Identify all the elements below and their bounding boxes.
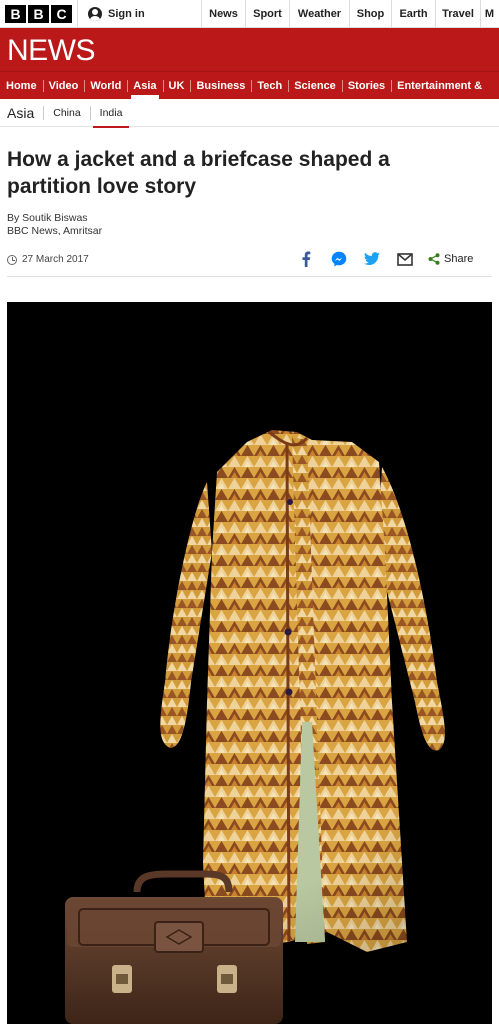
share-icon: [428, 253, 440, 265]
global-nav-earth[interactable]: Earth: [391, 0, 435, 27]
global-nav-news[interactable]: News: [202, 0, 245, 27]
email-icon[interactable]: [395, 249, 415, 269]
clock-icon: [7, 254, 17, 265]
share-button[interactable]: Share: [428, 253, 473, 265]
user-icon: [88, 6, 102, 21]
subnav-china[interactable]: China: [43, 105, 89, 120]
bbc-logo-letter: C: [51, 4, 72, 23]
global-nav-sport[interactable]: Sport: [245, 0, 289, 27]
facebook-icon[interactable]: [296, 249, 316, 269]
sign-in-link[interactable]: Sign in: [78, 0, 202, 27]
bbc-logo[interactable]: B B C: [0, 0, 78, 27]
section-subnav: Asia China India: [0, 99, 499, 128]
global-nav-shop[interactable]: Shop: [349, 0, 391, 27]
jacket-briefcase-illustration: [7, 302, 492, 1024]
bbc-logo-letter: B: [28, 4, 49, 23]
subnav-india[interactable]: India: [89, 105, 132, 128]
nav-tech[interactable]: Tech: [251, 72, 288, 99]
nav-asia[interactable]: Asia: [127, 72, 162, 99]
byline: By Soutik Biswas BBC News, Amritsar: [7, 212, 102, 238]
sign-in-label: Sign in: [108, 7, 145, 20]
author-location: BBC News, Amritsar: [7, 225, 103, 237]
nav-world[interactable]: World: [84, 72, 127, 99]
global-nav: News Sport Weather Shop Earth Travel M: [202, 0, 499, 27]
nav-video[interactable]: Video: [42, 72, 85, 99]
global-nav-travel[interactable]: Travel: [435, 0, 480, 27]
nav-science[interactable]: Science: [288, 72, 342, 99]
nav-entertainment[interactable]: Entertainment &: [391, 72, 488, 99]
dateline: 27 March 2017: [7, 254, 89, 265]
messenger-icon[interactable]: [329, 249, 349, 269]
author-name: By Soutik Biswas: [7, 212, 88, 224]
nav-business[interactable]: Business: [190, 72, 251, 99]
nav-uk[interactable]: UK: [162, 72, 191, 99]
news-brand[interactable]: NEWS: [7, 34, 96, 68]
main-nav: Home Video World Asia UK Business Tech S…: [0, 71, 499, 99]
bbc-global-bar: B B C Sign in News Sport Weather Shop Ea…: [0, 0, 499, 28]
divider: [7, 276, 492, 277]
article-headline: How a jacket and a briefcase shaped a pa…: [7, 148, 390, 198]
nav-stories[interactable]: Stories: [341, 72, 391, 99]
share-label: Share: [444, 253, 474, 265]
share-tools: Share: [296, 249, 473, 269]
section-title[interactable]: Asia: [0, 105, 43, 121]
hero-image: [7, 302, 492, 1024]
bbc-logo-letter: B: [5, 4, 26, 23]
global-nav-weather[interactable]: Weather: [289, 0, 349, 27]
nav-home[interactable]: Home: [0, 72, 43, 99]
global-nav-more[interactable]: M: [480, 0, 498, 27]
publish-date: 27 March 2017: [22, 254, 89, 265]
twitter-icon[interactable]: [362, 249, 382, 269]
news-banner: NEWS: [0, 28, 499, 71]
